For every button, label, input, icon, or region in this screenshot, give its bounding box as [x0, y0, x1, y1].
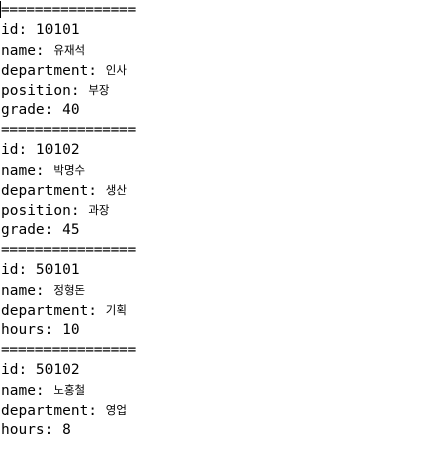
field-key: hours:: [1, 322, 63, 338]
field-value: 8: [62, 422, 71, 438]
field-key: position:: [1, 83, 89, 99]
field-value: 10102: [35, 142, 80, 158]
record-field-line: hours: 8: [1, 420, 441, 440]
separator-line: ================: [1, 342, 136, 358]
record-field-line: name: 유재석: [1, 40, 441, 60]
record-field-line: id: 10102: [1, 140, 441, 160]
field-key: name:: [1, 163, 54, 179]
separator-line: ================: [1, 2, 136, 18]
field-key: id:: [1, 22, 36, 38]
record-field-line: department: 인사: [1, 60, 441, 80]
record-field-line: name: 노홍철: [1, 380, 441, 400]
field-value: 50102: [35, 362, 80, 378]
record-field-line: position: 과장: [1, 200, 441, 220]
field-key: grade:: [1, 102, 63, 118]
field-key: grade:: [1, 222, 63, 238]
field-key: position:: [1, 203, 89, 219]
field-value: 10: [62, 322, 80, 338]
field-value: 기획: [105, 303, 127, 317]
console-output[interactable]: ================ id: 10101 name: 유재석 depart…: [1, 0, 441, 440]
field-key: name:: [1, 43, 54, 59]
record-field-line: grade: 40: [1, 100, 441, 120]
field-key: name:: [1, 383, 54, 399]
field-value: 50101: [35, 262, 80, 278]
record-field-line: name: 정형돈: [1, 280, 441, 300]
record-field-line: department: 생산: [1, 180, 441, 200]
record-field-line: id: 50101: [1, 260, 441, 280]
record-field-line: position: 부장: [1, 80, 441, 100]
field-value: 영업: [105, 403, 127, 417]
field-value: 유재석: [53, 43, 86, 57]
record-field-line: hours: 10: [1, 320, 441, 340]
record-field-line: department: 영업: [1, 400, 441, 420]
field-value: 생산: [105, 183, 127, 197]
field-value: 정형돈: [53, 283, 86, 297]
field-value: 노홍철: [53, 383, 86, 397]
record-field-line: name: 박명수: [1, 160, 441, 180]
separator-line: ================: [1, 122, 136, 138]
field-key: hours:: [1, 422, 63, 438]
field-value: 박명수: [53, 163, 86, 177]
field-key: department:: [1, 183, 106, 199]
record-field-line: grade: 45: [1, 220, 441, 240]
field-value: 인사: [105, 63, 127, 77]
field-key: id:: [1, 262, 36, 278]
field-key: department:: [1, 303, 106, 319]
field-value: 40: [62, 102, 80, 118]
field-value: 부장: [88, 83, 110, 97]
field-key: name:: [1, 283, 54, 299]
field-value: 과장: [88, 203, 110, 217]
field-key: department:: [1, 403, 106, 419]
record-field-line: id: 10101: [1, 20, 441, 40]
record-field-line: id: 50102: [1, 360, 441, 380]
field-key: id:: [1, 142, 36, 158]
separator-line: ================: [1, 242, 136, 258]
field-key: id:: [1, 362, 36, 378]
field-value: 10101: [35, 22, 80, 38]
field-value: 45: [62, 222, 80, 238]
record-field-line: department: 기획: [1, 300, 441, 320]
field-key: department:: [1, 63, 106, 79]
